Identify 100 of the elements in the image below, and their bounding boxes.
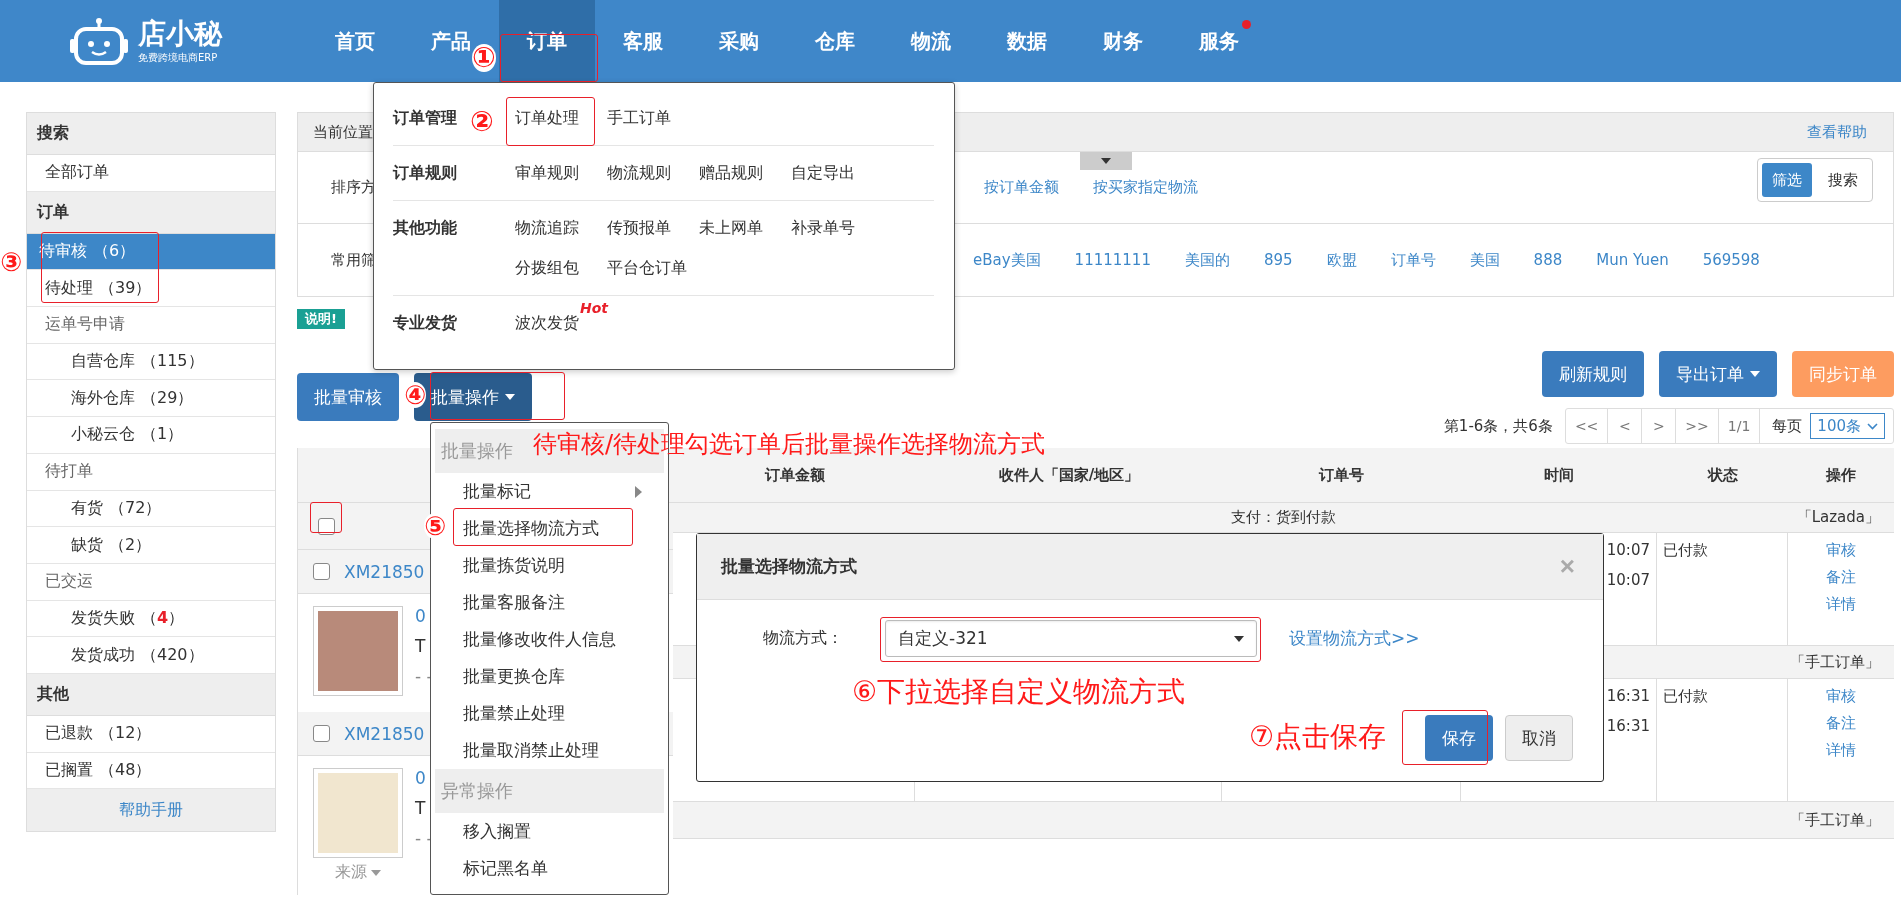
menu-link[interactable]: 补录单号 — [791, 213, 855, 243]
filter-option[interactable]: 569598 — [1702, 250, 1760, 270]
nav-item[interactable]: 物流 — [911, 0, 951, 82]
breadcrumb-label: 当前位置 — [313, 122, 373, 142]
time-text: 10:07 — [1605, 571, 1650, 589]
nav-item[interactable]: 采购 — [719, 0, 759, 82]
menu-link[interactable]: 审单规则 — [515, 158, 579, 188]
annotation-text: ⑦点击保存 — [1249, 723, 1387, 751]
row-checkbox[interactable] — [313, 563, 330, 580]
time-text: 16:31 — [1605, 687, 1650, 705]
settings-link[interactable]: 设置物流方式>> — [1289, 627, 1420, 650]
filter-option[interactable]: 895 — [1263, 250, 1293, 270]
submenu-arrow-icon — [635, 485, 642, 498]
product-text: 0 — [415, 606, 427, 626]
menu-link[interactable]: 传预报单 — [607, 213, 671, 243]
menu-link[interactable]: 物流追踪 — [515, 213, 579, 243]
menu-item[interactable]: 批量拣货说明 — [459, 547, 569, 584]
annotation-text: ③ — [0, 249, 22, 275]
dialog-button[interactable]: 保存 — [1425, 715, 1493, 761]
menu-item[interactable]: 标记黑名单 — [459, 850, 552, 887]
page-button[interactable]: >> — [1676, 409, 1719, 443]
nav-item[interactable]: 客服 — [623, 0, 663, 82]
nav-item[interactable]: 仓库 — [815, 0, 855, 82]
nav-item[interactable]: 数据 — [1007, 0, 1047, 82]
column-header: 时间 — [1543, 464, 1576, 486]
action-button[interactable]: 批量审核 — [297, 373, 399, 421]
filter-option[interactable]: 11111111 — [1074, 250, 1151, 270]
filter-option[interactable]: 按订单金额 — [984, 178, 1059, 197]
menu-item[interactable]: 批量取消禁止处理 — [459, 732, 603, 769]
platform-tag: 「手工订单」 — [1790, 810, 1880, 830]
help-link[interactable]: 查看帮助 — [1807, 122, 1867, 142]
menu-link[interactable]: 分拨组包 — [515, 253, 579, 283]
dialog-button[interactable]: 取消 — [1505, 715, 1573, 761]
row-action-link[interactable]: 详情 — [1794, 741, 1888, 760]
column-header: 状态 — [1706, 464, 1739, 486]
robot-logo-icon — [70, 17, 128, 65]
triangle-down-icon — [1101, 158, 1111, 164]
menu-item[interactable]: 批量更换仓库 — [459, 658, 569, 695]
nav-item[interactable]: 产品 — [431, 0, 471, 82]
page-summary: 第1-6条，共6条 — [1443, 416, 1553, 436]
column-header: 订单号 — [1317, 464, 1366, 486]
menu-section-title: 其他功能 — [393, 218, 457, 237]
row-checkbox[interactable] — [313, 725, 330, 742]
annotation-frame — [310, 502, 342, 533]
menu-item[interactable]: 批量选择物流方式 — [459, 510, 603, 547]
menu-link[interactable]: 波次发货 — [515, 308, 579, 338]
sidebar-heading: 其他 — [27, 673, 275, 716]
annotation-text: ④ — [404, 382, 426, 408]
row-action-link[interactable]: 审核 — [1794, 541, 1888, 560]
menu-link[interactable]: 未上网单 — [699, 213, 763, 243]
product-text: 0 — [415, 768, 427, 788]
nav-item[interactable]: 财务 — [1103, 0, 1143, 82]
order-number-link[interactable]: XM21850 — [344, 561, 425, 582]
collapse-tab[interactable] — [1080, 152, 1132, 170]
row-action-link[interactable]: 备注 — [1794, 568, 1888, 587]
nav-item[interactable]: 服务 — [1199, 0, 1239, 82]
menu-item[interactable]: 批量标记 — [459, 473, 646, 510]
logo-tagline: 免费跨境电商ERP — [138, 51, 219, 65]
menu-item[interactable]: 移入搁置 — [459, 813, 535, 850]
menu-link[interactable]: 赠品规则 — [699, 158, 763, 188]
action-button[interactable]: 刷新规则 — [1542, 351, 1644, 397]
filter-option[interactable]: 订单号 — [1390, 250, 1436, 270]
page-button[interactable]: < — [1608, 409, 1643, 443]
menu-link[interactable]: 物流规则 — [607, 158, 671, 188]
nav-item[interactable]: 首页 — [335, 0, 375, 82]
row-action-link[interactable]: 备注 — [1794, 714, 1888, 733]
order-number-link[interactable]: XM21850 — [344, 723, 425, 744]
filter-option[interactable]: 888 — [1533, 250, 1563, 270]
platform-tag: 「Lazada」 — [1796, 508, 1880, 527]
menu-link[interactable]: 订单处理 — [515, 103, 579, 133]
page-button[interactable]: > — [1642, 409, 1677, 443]
filter-option[interactable]: Mun Yuen — [1596, 250, 1669, 270]
menu-item[interactable]: 批量修改收件人信息 — [459, 621, 620, 658]
filter-option[interactable]: eBay美国 — [973, 250, 1041, 270]
page-button[interactable]: 1/1 — [1718, 409, 1761, 443]
source-dropdown[interactable]: 来源 — [335, 862, 381, 883]
menu-link[interactable]: 手工订单 — [607, 103, 671, 133]
filter-option[interactable]: 美国 — [1469, 250, 1500, 270]
per-page-label: 每页 — [1771, 416, 1804, 436]
help-manual-link[interactable]: 帮助手册 — [27, 789, 275, 832]
menu-item[interactable]: 批量客服备注 — [459, 584, 569, 621]
page-button[interactable]: << — [1565, 409, 1609, 443]
menu-link[interactable]: 平台仓订单 — [607, 253, 687, 283]
menu-item[interactable]: 批量禁止处理 — [459, 695, 569, 732]
status-text: 已付款 — [1663, 687, 1709, 706]
menu-link[interactable]: 自定导出 — [791, 158, 855, 188]
shipping-method-select[interactable]: 自定义-321 — [885, 620, 1257, 657]
platform-tag: 「手工订单」 — [1790, 652, 1880, 672]
filter-option[interactable]: 按买家指定物流 — [1093, 178, 1198, 197]
filter-option[interactable]: 欧盟 — [1326, 250, 1357, 270]
select-all-checkbox[interactable] — [318, 517, 335, 535]
row-action-link[interactable]: 详情 — [1794, 595, 1888, 614]
row-action-link[interactable]: 审核 — [1794, 687, 1888, 706]
annotation-text: ⑥下拉选择自定义物流方式 — [852, 678, 1186, 706]
column-header: 操作 — [1825, 464, 1858, 486]
action-button[interactable]: 导出订单 — [1659, 351, 1777, 397]
toggle-button[interactable]: 筛选 — [1762, 163, 1812, 197]
per-page-select[interactable]: 100条 — [1810, 413, 1885, 439]
filter-option[interactable]: 美国的 — [1184, 250, 1230, 270]
menu-section-title: 订单规则 — [393, 163, 457, 182]
